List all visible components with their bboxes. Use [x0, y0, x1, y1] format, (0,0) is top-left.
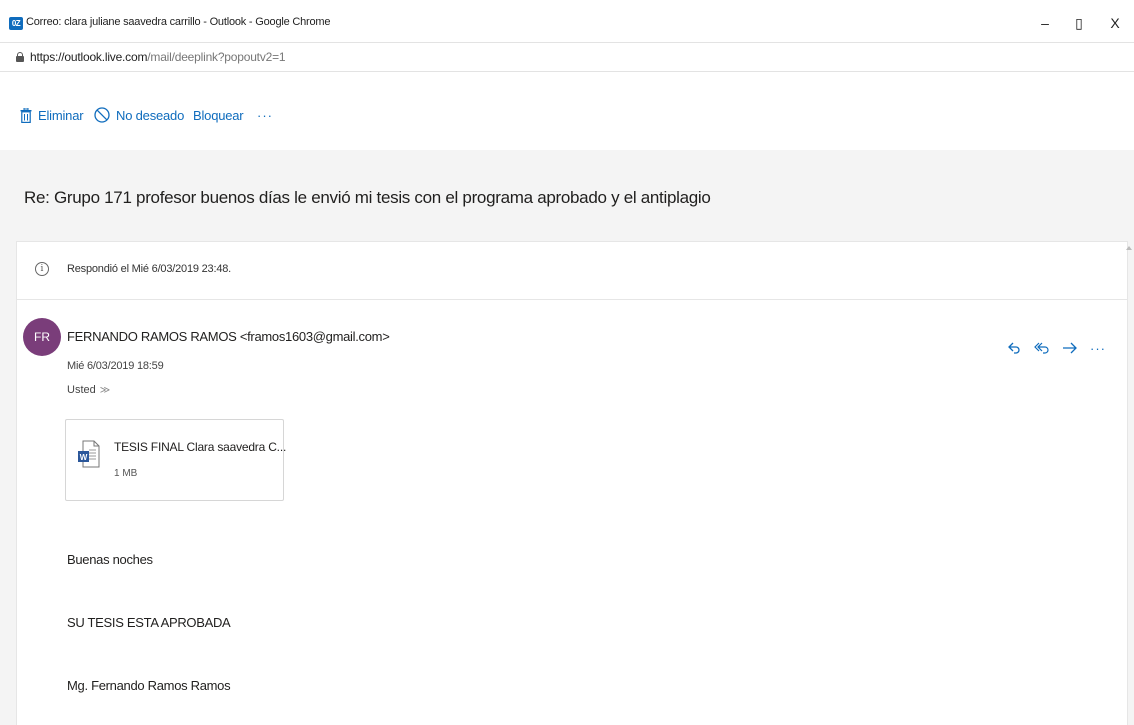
- restore-button[interactable]: ▯: [1068, 13, 1090, 33]
- url-text[interactable]: https://outlook.live.com/mail/deeplink?p…: [30, 50, 286, 64]
- recipients[interactable]: Usted ≫: [67, 384, 110, 396]
- delete-button[interactable]: Eliminar: [20, 105, 84, 125]
- message-subject: Re: Grupo 171 profesor buenos días le en…: [24, 188, 711, 207]
- reply-icon: [1008, 342, 1020, 354]
- attachment-size: 1 MB: [114, 468, 138, 479]
- reply-button[interactable]: [1003, 338, 1025, 358]
- svg-text:W: W: [80, 453, 88, 462]
- scroll-up-arrow[interactable]: [1126, 246, 1132, 250]
- forward-icon: [1063, 342, 1077, 354]
- window-title-bar: 0Z Correo: clara juliane saavedra carril…: [0, 0, 1134, 42]
- minimize-button[interactable]: –: [1034, 13, 1056, 33]
- body-line: Buenas noches: [67, 552, 153, 567]
- more-actions-button[interactable]: ···: [1087, 338, 1109, 358]
- junk-label: No deseado: [116, 107, 185, 123]
- attachment-card[interactable]: W TESIS FINAL Clara saavedra C... 1 MB: [65, 419, 287, 501]
- delete-label: Eliminar: [38, 107, 84, 123]
- url-host: https://outlook.live.com: [30, 50, 148, 64]
- message-actions: ···: [1003, 338, 1115, 358]
- window-title: Correo: clara juliane saavedra carrillo …: [26, 16, 331, 28]
- block-button[interactable]: Bloquear: [193, 105, 244, 125]
- outlook-app-icon: 0Z: [9, 17, 23, 30]
- message-date: Mié 6/03/2019 18:59: [67, 360, 164, 372]
- forward-button[interactable]: [1059, 338, 1081, 358]
- word-file-icon: W: [78, 440, 100, 468]
- block-label: Bloquear: [193, 107, 244, 123]
- reply-all-icon: [1034, 342, 1049, 354]
- info-icon: i: [35, 262, 49, 276]
- message-card: i Respondió el Mié 6/03/2019 23:48. FR F…: [16, 241, 1128, 725]
- body-line: Mg. Fernando Ramos Ramos: [67, 678, 231, 693]
- attachment-name: TESIS FINAL Clara saavedra C...: [114, 440, 287, 454]
- block-circle-icon: [94, 107, 110, 123]
- more-options-button[interactable]: ···: [257, 105, 273, 125]
- message-toolbar: Eliminar No deseado Bloquear ···: [0, 72, 1134, 150]
- lock-icon: [16, 52, 24, 62]
- sender[interactable]: FERNANDO RAMOS RAMOS <framos1603@gmail.c…: [67, 329, 390, 344]
- url-path: /mail/deeplink?popoutv2=1: [147, 50, 286, 64]
- body-line: SU TESIS ESTA APROBADA: [67, 615, 231, 630]
- subject-header: Re: Grupo 171 profesor buenos días le en…: [0, 150, 1134, 235]
- close-button[interactable]: X: [1104, 13, 1126, 33]
- replied-info: Respondió el Mié 6/03/2019 23:48.: [67, 263, 232, 275]
- avatar[interactable]: FR: [23, 318, 61, 356]
- address-bar[interactable]: https://outlook.live.com/mail/deeplink?p…: [0, 42, 1134, 72]
- junk-button[interactable]: No deseado: [94, 105, 184, 125]
- reply-all-button[interactable]: [1031, 338, 1053, 358]
- reading-pane: i Respondió el Mié 6/03/2019 23:48. FR F…: [0, 235, 1134, 725]
- trash-icon: [20, 107, 32, 123]
- expand-recipients-icon[interactable]: ≫: [100, 385, 110, 396]
- recipient-label: Usted: [67, 384, 96, 396]
- info-bar: i Respondió el Mié 6/03/2019 23:48.: [17, 242, 1127, 300]
